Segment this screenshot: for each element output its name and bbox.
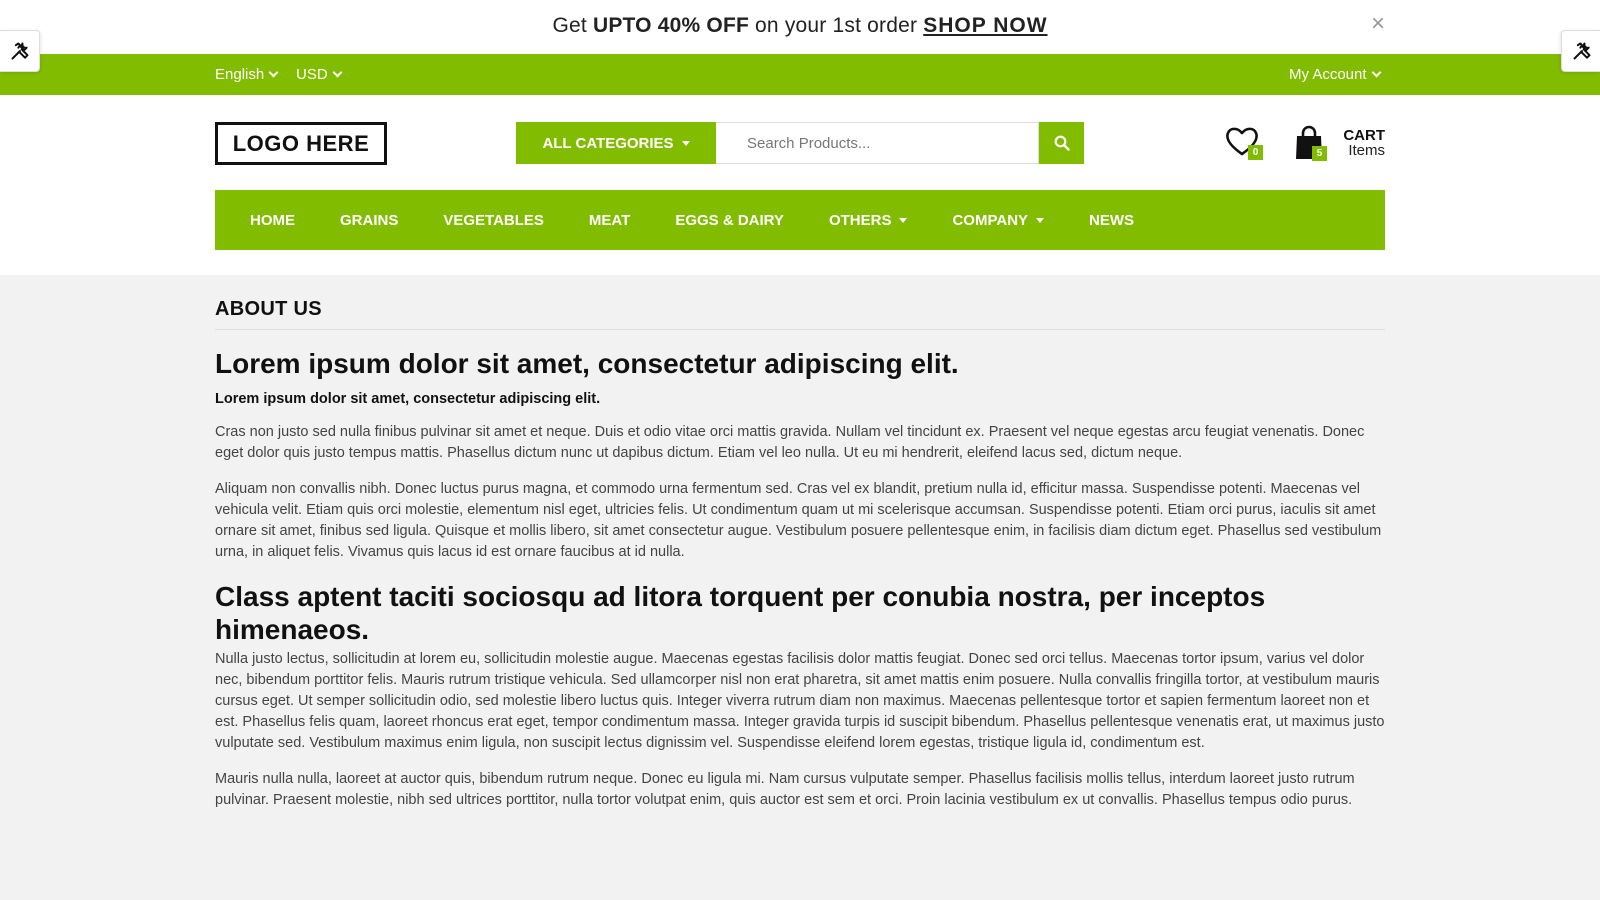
currency-selector[interactable]: USD xyxy=(296,66,343,83)
wishlist-count-badge: 0 xyxy=(1248,145,1263,160)
wishlist-button[interactable]: 0 xyxy=(1225,125,1265,163)
content-heading-2: Class aptent taciti sociosqu ad litora t… xyxy=(215,581,1266,645)
all-categories-label: ALL CATEGORIES xyxy=(542,134,674,152)
content-subheading: Lorem ipsum dolor sit amet, consectetur … xyxy=(215,391,601,407)
language-selector[interactable]: English xyxy=(215,66,279,83)
content-paragraph: Cras non justo sed nulla finibus pulvina… xyxy=(215,424,1365,461)
search-button[interactable] xyxy=(1039,122,1084,164)
nav-item-eggs-dairy[interactable]: EGGS & DAIRY xyxy=(675,212,784,229)
nav-label: OTHERS xyxy=(828,211,892,229)
all-categories-button[interactable]: ALL CATEGORIES xyxy=(516,122,716,164)
main-nav: HOME GRAINS VEGETABLES MEAT EGGS & DAIRY… xyxy=(215,190,1385,250)
promo-prefix: Get xyxy=(552,14,593,37)
chevron-down-icon xyxy=(1371,67,1381,78)
tools-icon xyxy=(11,42,28,60)
nav-label: NEWS xyxy=(1089,211,1135,229)
nav-label: GRAINS xyxy=(340,211,399,229)
cart-label[interactable]: CART Items xyxy=(1340,128,1385,158)
promo-middle: on your 1st order xyxy=(749,14,924,37)
close-icon[interactable]: × xyxy=(1368,12,1388,38)
search-input[interactable] xyxy=(716,122,1039,164)
nav-item-home[interactable]: HOME xyxy=(250,212,295,229)
chevron-down-icon xyxy=(332,67,343,78)
shop-now-link[interactable]: SHOP NOW xyxy=(923,14,1047,37)
caret-down-icon xyxy=(1036,217,1045,223)
cart-button[interactable]: 5 xyxy=(1294,125,1328,163)
search-icon xyxy=(1054,135,1070,151)
promo-text: Get UPTO 40% OFF on your 1st order SHOP … xyxy=(0,14,1600,38)
my-account-menu[interactable]: My Account xyxy=(1289,66,1381,83)
top-bar: English USD My Account xyxy=(0,54,1600,95)
nav-label: COMPANY xyxy=(952,211,1029,229)
page-title: ABOUT US xyxy=(215,298,1385,330)
content-paragraph: Mauris nulla nulla, laoreet at auctor qu… xyxy=(215,771,1355,808)
tools-button-right[interactable] xyxy=(1561,30,1600,72)
about-content: ABOUT US Lorem ipsum dolor sit amet, con… xyxy=(215,298,1385,811)
chevron-down-icon xyxy=(268,67,279,78)
cart-title: CART xyxy=(1343,127,1385,144)
nav-item-vegetables[interactable]: VEGETABLES xyxy=(443,212,544,229)
nav-item-company[interactable]: COMPANY xyxy=(952,211,1045,229)
tools-icon xyxy=(1573,42,1590,60)
promo-banner: Get UPTO 40% OFF on your 1st order SHOP … xyxy=(0,0,1600,54)
nav-label: VEGETABLES xyxy=(443,211,544,229)
caret-down-icon xyxy=(899,217,908,223)
nav-item-others[interactable]: OTHERS xyxy=(829,212,908,229)
promo-highlight: UPTO 40% OFF xyxy=(592,14,749,37)
nav-label: EGGS & DAIRY xyxy=(675,211,784,229)
nav-label: HOME xyxy=(250,211,295,229)
nav-item-grains[interactable]: GRAINS xyxy=(340,212,398,229)
content-paragraph: Aliquam non convallis nibh. Donec luctus… xyxy=(215,481,1382,560)
tools-button-left[interactable] xyxy=(0,30,40,72)
content-heading-1: Lorem ipsum dolor sit amet, consectetur … xyxy=(215,348,959,379)
content-paragraph: Nulla justo lectus, sollicitudin at lore… xyxy=(215,651,1385,751)
my-account-label: My Account xyxy=(1289,66,1367,83)
language-label: English xyxy=(215,66,265,83)
logo[interactable]: LOGO HERE xyxy=(215,122,387,165)
nav-label: MEAT xyxy=(588,211,631,229)
nav-item-news[interactable]: NEWS xyxy=(1089,212,1134,229)
currency-label: USD xyxy=(296,66,328,83)
cart-items-label: Items xyxy=(1348,142,1385,159)
cart-count-badge: 5 xyxy=(1312,146,1327,161)
caret-down-icon xyxy=(681,140,690,146)
nav-item-meat[interactable]: MEAT xyxy=(589,212,630,229)
